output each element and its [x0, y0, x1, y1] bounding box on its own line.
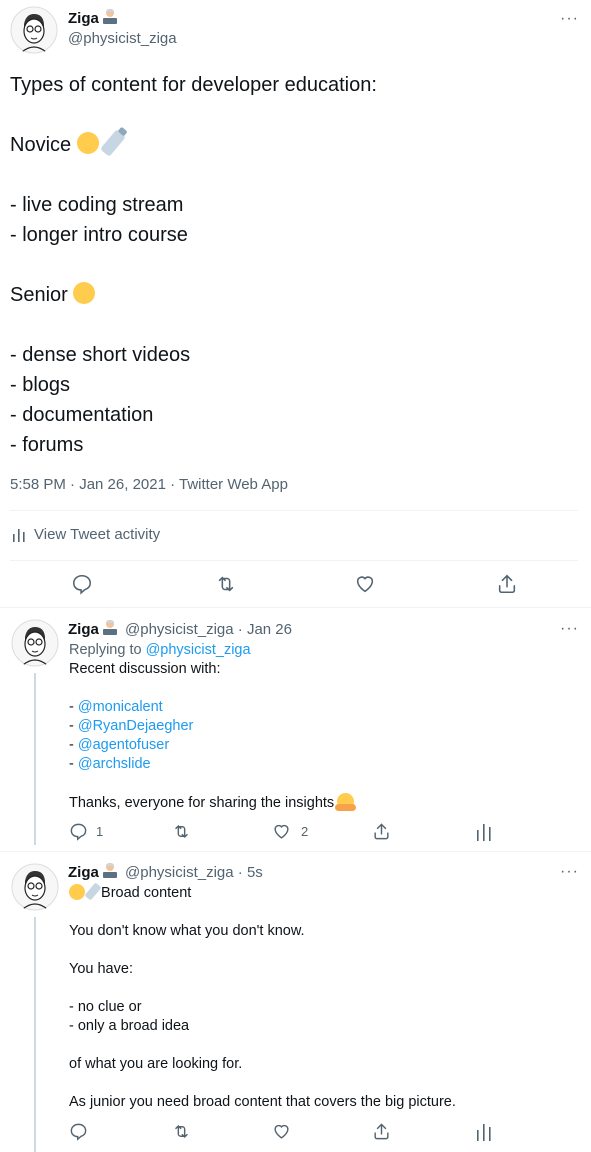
novice-item: - live coding stream: [10, 194, 184, 216]
senior-item: - documentation: [10, 404, 154, 426]
baby-bottle-emoji-icon: [84, 882, 102, 901]
replying-to: Replying to @physicist_ziga: [69, 642, 251, 658]
reply-date[interactable]: · 5s: [238, 864, 263, 881]
senior-heading: Senior: [10, 280, 580, 310]
reply-intro: Recent discussion with:: [69, 661, 221, 677]
analytics-icon[interactable]: [476, 822, 492, 841]
author-handle[interactable]: @physicist_ziga: [125, 621, 234, 638]
mention-link[interactable]: @archslide: [78, 756, 151, 772]
share-icon[interactable]: [372, 1122, 391, 1141]
analytics-icon[interactable]: [476, 1122, 492, 1141]
divider: [10, 510, 578, 511]
hugging-face-emoji-icon: [335, 793, 357, 811]
activity-bars-icon: [12, 528, 26, 542]
thread-connector-line: [34, 917, 36, 1152]
share-icon[interactable]: [496, 573, 518, 595]
avatar[interactable]: [11, 619, 59, 667]
reply-heading: Broad content: [69, 882, 574, 903]
avatar-sketch-icon: [11, 863, 59, 911]
view-activity-button[interactable]: View Tweet activity: [12, 526, 160, 543]
retweet-icon[interactable]: [215, 573, 237, 595]
author-handle[interactable]: @physicist_ziga: [68, 30, 177, 47]
avatar[interactable]: [10, 6, 58, 54]
more-options-button[interactable]: ···: [560, 620, 579, 638]
laptop-person-badge-icon: [102, 620, 117, 636]
reply-line: You don't know what you don't know.: [69, 923, 305, 939]
divider: [0, 851, 591, 852]
thanks-line: Thanks, everyone for sharing the insight…: [69, 793, 569, 813]
author-name[interactable]: Ziga: [68, 10, 99, 27]
replying-to-handle-link[interactable]: @physicist_ziga: [146, 642, 251, 658]
senior-item: - dense short videos: [10, 344, 191, 366]
avatar[interactable]: [11, 863, 59, 911]
baby-bottle-emoji-icon: [99, 129, 126, 157]
mention-line: - @RyanDejaegher: [69, 718, 194, 734]
author-name[interactable]: Ziga: [68, 621, 99, 638]
tweet-title-line: Types of content for developer education…: [10, 74, 377, 96]
reply-line: As junior you need broad content that co…: [69, 1094, 456, 1110]
author-name[interactable]: Ziga: [68, 864, 99, 881]
retweet-icon[interactable]: [172, 822, 191, 841]
mention-link[interactable]: @monicalent: [78, 699, 163, 715]
like-count: 2: [301, 824, 309, 839]
laptop-person-badge-icon: [102, 9, 117, 25]
baby-emoji-icon: [76, 132, 99, 154]
thread-connector-line: [34, 673, 36, 845]
more-options-button[interactable]: ···: [560, 863, 579, 881]
reply-icon: [69, 822, 88, 841]
mention-link[interactable]: @RyanDejaegher: [78, 718, 193, 734]
like-heart-icon: [272, 822, 291, 841]
avatar-sketch-icon: [10, 6, 58, 54]
more-options-button[interactable]: ···: [560, 10, 579, 28]
reply-date[interactable]: · Jan 26: [238, 621, 292, 638]
divider: [0, 607, 591, 608]
novice-heading: Novice: [10, 129, 580, 160]
retweet-icon[interactable]: [172, 1122, 191, 1141]
like-heart-icon[interactable]: [354, 573, 376, 595]
reply-line: You have:: [69, 961, 133, 977]
reply-line: - only a broad idea: [69, 1018, 190, 1034]
reply-icon[interactable]: [69, 1122, 88, 1141]
laptop-person-badge-icon: [102, 863, 117, 879]
mention-link[interactable]: @agentofuser: [78, 737, 169, 753]
reply-icon[interactable]: [71, 573, 93, 595]
author-handle[interactable]: @physicist_ziga: [125, 864, 234, 881]
novice-item: - longer intro course: [10, 224, 188, 246]
reply-line: - no clue or: [69, 999, 142, 1015]
senior-item: - forums: [10, 434, 84, 456]
mention-line: - @agentofuser: [69, 737, 170, 753]
tweet-timestamp[interactable]: 5:58 PM · Jan 26, 2021 · Twitter Web App: [10, 476, 288, 493]
view-activity-label: View Tweet activity: [34, 526, 161, 543]
senior-item: - blogs: [10, 374, 71, 396]
reply-button[interactable]: 1: [69, 822, 103, 841]
divider: [10, 560, 578, 561]
mention-line: - @archslide: [69, 756, 151, 772]
like-heart-icon[interactable]: [272, 1122, 291, 1141]
reply-count: 1: [96, 824, 104, 839]
like-button[interactable]: 2: [272, 822, 308, 841]
reply-line: of what you are looking for.: [69, 1056, 243, 1072]
baby-emoji-icon: [69, 884, 85, 900]
avatar-sketch-icon: [11, 619, 59, 667]
share-icon[interactable]: [372, 822, 391, 841]
mention-line: - @monicalent: [69, 699, 163, 715]
older-person-emoji-icon: [73, 282, 96, 304]
